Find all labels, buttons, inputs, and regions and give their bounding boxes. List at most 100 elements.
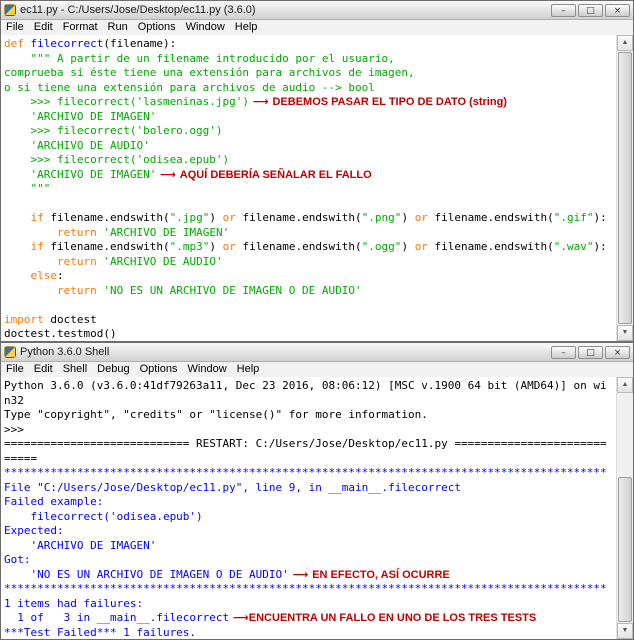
shell-scrollbar[interactable]: ▲ ▼ (616, 377, 633, 639)
shell-menubar: File Edit Shell Debug Options Window Help (1, 362, 633, 378)
menu-item-file[interactable]: File (1, 20, 29, 35)
text-segment: 'NO ES UN ARCHIVO DE IMAGEN O DE AUDIO' (103, 283, 362, 297)
text-line: n32 (4, 394, 616, 409)
text-segment: ) (209, 240, 223, 253)
shell-window-controls: – □ × (551, 345, 630, 359)
editor-window-title: ec11.py - C:/Users/Jose/Desktop/ec11.py … (20, 4, 256, 16)
text-line: >>> (4, 423, 616, 438)
menu-item-help[interactable]: Help (230, 20, 263, 35)
text-segment: return (56, 254, 97, 268)
text-segment: >>> filecorrect('lasmeninas.jpg') (4, 95, 250, 108)
minimize-button[interactable]: – (551, 345, 576, 359)
editor-code-area[interactable]: def filecorrect(filename): """ A partir … (1, 35, 616, 341)
text-segment: (filename): (103, 37, 177, 50)
menu-item-shell[interactable]: Shell (58, 362, 92, 377)
annotation-text: AQUÍ DEBERÍA SEÑALAR EL FALLO (179, 168, 372, 181)
text-line: filecorrect('odisea.epub') (4, 510, 616, 525)
annotation-text: EN EFECTO, ASÍ OCURRE (312, 568, 450, 581)
text-segment: ****************************************… (4, 582, 607, 595)
text-line: """ A partir de un filename introducido … (4, 52, 616, 67)
text-line: import doctest (4, 313, 616, 328)
text-segment: filename.endswith( (235, 211, 362, 224)
menu-item-file[interactable]: File (1, 362, 29, 377)
text-line: Got: (4, 553, 616, 568)
text-line: Expected: (4, 524, 616, 539)
menu-item-window[interactable]: Window (183, 362, 232, 377)
python-icon (4, 346, 16, 358)
text-segment: Failed example: (4, 495, 104, 508)
menu-item-edit[interactable]: Edit (29, 362, 58, 377)
text-line: return 'NO ES UN ARCHIVO DE IMAGEN O DE … (4, 284, 616, 299)
text-line: ============================ RESTART: C:… (4, 437, 616, 452)
text-segment: 1 of 3 in __main__.filecorrect (4, 611, 230, 624)
text-segment: 'ARCHIVO DE IMAGEN' (4, 167, 157, 181)
text-segment: : (57, 269, 64, 282)
text-segment: filename.endswith( (427, 240, 554, 253)
editor-scrollbar[interactable]: ▲ ▼ (616, 35, 633, 341)
text-segment: n32 (4, 393, 24, 407)
menu-item-help[interactable]: Help (232, 362, 265, 377)
text-line: ****************************************… (4, 582, 616, 597)
text-segment: ".ogg" (361, 240, 402, 253)
editor-window: ec11.py - C:/Users/Jose/Desktop/ec11.py … (0, 0, 634, 342)
editor-titlebar[interactable]: ec11.py - C:/Users/Jose/Desktop/ec11.py … (1, 1, 633, 20)
text-segment: or (414, 211, 428, 224)
menu-item-debug[interactable]: Debug (92, 362, 134, 377)
editor-scrollbar-thumb[interactable] (618, 52, 632, 324)
scroll-up-icon[interactable]: ▲ (617, 35, 633, 51)
close-button[interactable]: × (605, 3, 630, 17)
text-segment: filecorrect (30, 37, 104, 50)
text-segment: ***Test Failed*** 1 failures. (4, 625, 197, 639)
text-segment: """ (4, 182, 51, 195)
shell-window: Python 3.6.0 Shell – □ × File Edit Shell De… (0, 342, 634, 640)
annotation-text: DEBEMOS PASAR EL TIPO DE DATO (string) (272, 96, 507, 108)
text-line: 'ARCHIVO DE IMAGEN' (4, 539, 616, 554)
text-line: >>> filecorrect('lasmeninas.jpg') ⟶ DEBE… (4, 95, 616, 110)
text-segment: Python 3.6.0 (v3.6.0:41df79263a11, Dec 2… (4, 379, 607, 392)
scroll-down-icon[interactable]: ▼ (617, 623, 633, 639)
text-segment: Got: (4, 553, 31, 566)
text-segment: filename.endswith( (235, 240, 362, 253)
minimize-button[interactable]: – (551, 3, 576, 17)
maximize-button[interactable]: □ (578, 3, 603, 17)
text-segment: 'ARCHIVO DE IMAGEN' (4, 538, 157, 552)
text-line: 'ARCHIVO DE IMAGEN' ⟶ AQUÍ DEBERÍA SEÑAL… (4, 168, 616, 183)
scroll-down-icon[interactable]: ▼ (617, 325, 633, 341)
text-segment: >>> filecorrect('bolero.ogg') (4, 124, 223, 137)
menu-item-options[interactable]: Options (133, 20, 181, 35)
text-segment (4, 269, 31, 282)
menu-item-run[interactable]: Run (103, 20, 133, 35)
text-segment: doctest.testmod() (4, 327, 117, 340)
menu-item-window[interactable]: Window (181, 20, 230, 35)
text-segment: ".mp3" (169, 240, 210, 253)
text-line: Failed example: (4, 495, 616, 510)
text-segment: filecorrect('odisea.epub') (4, 509, 203, 523)
text-line: >>> filecorrect('bolero.ogg') (4, 124, 616, 139)
close-button[interactable]: × (605, 345, 630, 359)
text-segment: doctest (43, 312, 97, 326)
text-line: doctest.testmod() (4, 327, 616, 341)
text-segment: ".jpg" (169, 211, 210, 224)
text-line: ****************************************… (4, 466, 616, 481)
text-segment: 'ARCHIVO DE IMAGEN' (4, 109, 157, 123)
text-line: comprueba si éste tiene una extensión pa… (4, 66, 616, 81)
shell-output-area[interactable]: Python 3.6.0 (v3.6.0:41df79263a11, Dec 2… (1, 377, 616, 639)
scroll-up-icon[interactable]: ▲ (617, 377, 633, 393)
text-segment: ".png" (361, 211, 402, 224)
text-line: 'NO ES UN ARCHIVO DE IMAGEN O DE AUDIO' … (4, 568, 616, 583)
text-segment: filename.endswith( (43, 211, 170, 224)
text-segment: else (30, 269, 58, 282)
maximize-button[interactable]: □ (578, 345, 603, 359)
text-segment: ".wav" (553, 240, 594, 253)
text-line: 1 of 3 in __main__.filecorrect ⟶ENCUENTR… (4, 611, 616, 626)
menu-item-edit[interactable]: Edit (29, 20, 58, 35)
text-line: ***Test Failed*** 1 failures. (4, 626, 616, 640)
menu-item-format[interactable]: Format (58, 20, 103, 35)
text-segment: def (4, 37, 31, 50)
text-segment: or (414, 240, 428, 253)
text-line: if filename.endswith(".mp3") or filename… (4, 240, 616, 255)
text-segment: if (30, 211, 44, 224)
shell-titlebar[interactable]: Python 3.6.0 Shell – □ × (1, 343, 633, 362)
shell-scrollbar-thumb[interactable] (618, 477, 632, 622)
menu-item-options[interactable]: Options (135, 362, 183, 377)
